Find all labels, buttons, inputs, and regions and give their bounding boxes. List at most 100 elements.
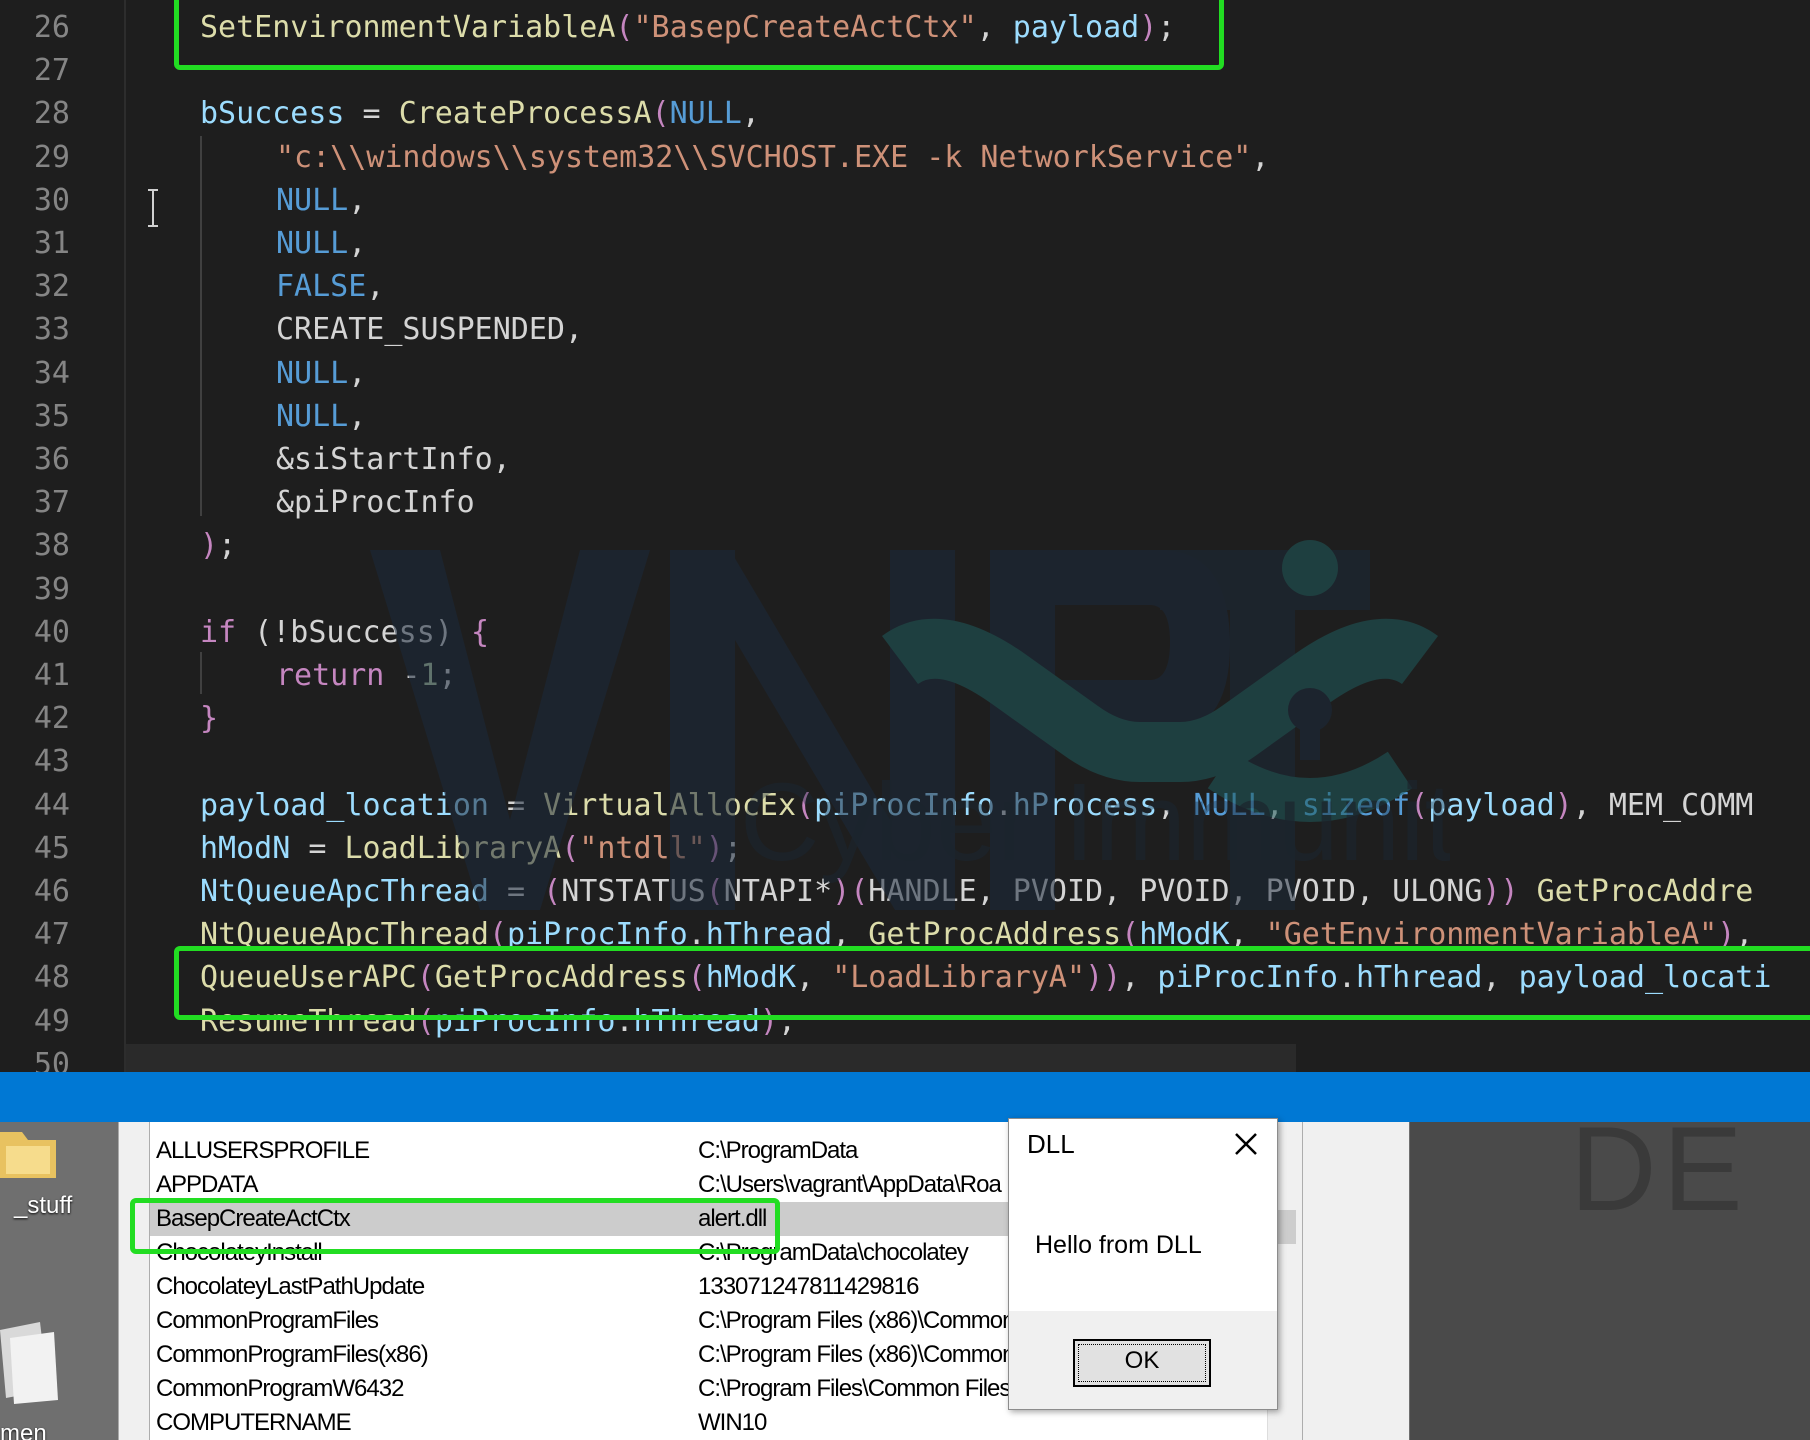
line-number: 38 bbox=[33, 528, 70, 564]
code-line[interactable]: if (!bSuccess) { bbox=[200, 611, 489, 654]
code-line[interactable]: FALSE, bbox=[276, 265, 384, 308]
code-token: !bSuccess bbox=[272, 614, 435, 650]
code-token: ) bbox=[1717, 917, 1736, 953]
code-token: ) bbox=[705, 830, 724, 866]
env-var-value: C:\ProgramData\chocolatey bbox=[698, 1239, 969, 1266]
code-token: ( bbox=[416, 1003, 435, 1039]
code-token: . bbox=[994, 787, 1013, 823]
desktop: _stuff men ALLUSERSPROFILE C:\ProgramData… bbox=[0, 1122, 1810, 1440]
line-number: 33 bbox=[33, 312, 70, 348]
code-token: NULL bbox=[276, 398, 349, 434]
code-token: = bbox=[344, 96, 399, 132]
folder-icon[interactable] bbox=[0, 1310, 60, 1406]
code-editor[interactable]: 26 27 28 29 30 31 32 33 34 35 36 37 38 39 40 41 42 43 44 45… bbox=[0, 0, 1810, 1072]
code-line[interactable]: NULL, bbox=[276, 352, 366, 395]
code-line[interactable]: &piProcInfo bbox=[276, 481, 475, 524]
code-token: ( bbox=[687, 960, 706, 996]
code-token: piProcInfo bbox=[1157, 960, 1338, 996]
env-var-value: C:\Program Files (x86)\Common bbox=[698, 1341, 1015, 1368]
code-line[interactable]: } bbox=[200, 697, 218, 740]
code-line[interactable]: return -1; bbox=[276, 654, 457, 697]
env-var-name: ChocolateyInstall bbox=[156, 1239, 323, 1266]
line-number: 44 bbox=[33, 787, 70, 823]
folder-icon[interactable] bbox=[0, 1122, 60, 1182]
ok-button[interactable]: OK bbox=[1073, 1339, 1211, 1387]
code-line[interactable]: NULL, bbox=[276, 395, 366, 438]
desktop-icon-label[interactable]: _stuff bbox=[14, 1192, 72, 1220]
code-line[interactable]: ResumeThread(piProcInfo.hThread); bbox=[200, 1000, 796, 1043]
code-token: payload bbox=[1428, 787, 1555, 823]
message-box-title: DLL bbox=[1027, 1129, 1075, 1159]
code-token: piProcInfo bbox=[814, 787, 995, 823]
code-line[interactable]: NULL, bbox=[276, 179, 366, 222]
code-token: , bbox=[1265, 787, 1302, 823]
code-token: , bbox=[741, 96, 760, 132]
code-token: ( bbox=[488, 917, 508, 953]
text-cursor-icon bbox=[148, 189, 158, 227]
line-number: 36 bbox=[33, 442, 70, 477]
desktop-icon-label[interactable]: men bbox=[0, 1420, 47, 1440]
code-line[interactable]: NtQueueApcThread = (NTSTATUS(NTAPI*)(HAN… bbox=[200, 870, 1753, 913]
code-token: NULL bbox=[276, 355, 349, 391]
code-token: &piProcInfo bbox=[276, 485, 475, 521]
code-token: ( bbox=[561, 830, 580, 866]
code-line[interactable]: SetEnvironmentVariableA("BasepCreateActC… bbox=[200, 6, 1175, 49]
code-token: payload_location bbox=[200, 787, 489, 823]
code-token: , bbox=[1251, 139, 1270, 175]
code-line[interactable]: NULL, bbox=[276, 222, 366, 265]
line-number: 37 bbox=[33, 485, 70, 521]
code-token: NULL bbox=[276, 226, 349, 261]
env-var-name: ALLUSERSPROFILE bbox=[156, 1137, 370, 1164]
gutter-separator bbox=[124, 0, 126, 1072]
code-token: FALSE bbox=[276, 269, 367, 305]
code-token: , bbox=[1735, 917, 1754, 953]
code-token: ( bbox=[236, 614, 273, 650]
line-number: 39 bbox=[33, 571, 70, 607]
indent-guide bbox=[200, 136, 202, 516]
line-number: 45 bbox=[33, 830, 70, 866]
code-token: 1 bbox=[420, 658, 439, 693]
message-box-footer: OK bbox=[1009, 1311, 1277, 1409]
code-line[interactable]: hModN = LoadLibraryA("ntdll"); bbox=[200, 827, 742, 870]
env-var-row[interactable]: COMPUTERNAME WIN10 bbox=[150, 1406, 1302, 1440]
code-line[interactable]: NtQueueApcThread(piProcInfo.hThread, Get… bbox=[200, 913, 1753, 956]
code-token: hModK bbox=[1139, 917, 1230, 953]
code-line[interactable]: &siStartInfo, bbox=[276, 438, 511, 481]
code-token: ; bbox=[438, 658, 457, 693]
code-token: SetEnvironmentVariableA bbox=[200, 10, 616, 45]
code-token: "c:\\windows\\system32\\SVCHOST.EXE -k N… bbox=[276, 139, 1252, 175]
code-line[interactable]: QueueUserAPC(GetProcAddress(hModK, "Load… bbox=[200, 956, 1771, 999]
code-line[interactable]: bSuccess = CreateProcessA(NULL, bbox=[200, 92, 760, 135]
env-var-name: APPDATA bbox=[156, 1171, 258, 1198]
code-line[interactable]: CREATE_SUSPENDED, bbox=[276, 308, 583, 351]
line-number: 28 bbox=[33, 96, 70, 132]
code-token: payload_locati bbox=[1518, 960, 1772, 996]
code-line[interactable]: ); bbox=[200, 524, 236, 567]
window-title-bar[interactable] bbox=[0, 1072, 1810, 1122]
code-token: ( bbox=[705, 874, 724, 909]
code-token: , bbox=[1482, 960, 1519, 996]
code-token: hProcess bbox=[1012, 787, 1158, 823]
code-token: = bbox=[290, 830, 345, 866]
code-token: , bbox=[1157, 787, 1194, 823]
close-icon[interactable] bbox=[1229, 1127, 1263, 1161]
line-number: 34 bbox=[33, 355, 70, 391]
code-line[interactable]: payload_location = VirtualAllocEx(piProc… bbox=[200, 784, 1753, 827]
code-token: CREATE_SUSPENDED, bbox=[276, 312, 584, 348]
env-var-name: CommonProgramFiles bbox=[156, 1307, 379, 1334]
code-token: &siStartInfo, bbox=[276, 442, 511, 477]
message-box: DLL Hello from DLL OK bbox=[1008, 1118, 1278, 1410]
code-token: NULL bbox=[1193, 787, 1266, 823]
code-token: GetProcAddre bbox=[1536, 874, 1754, 909]
message-box-text: Hello from DLL bbox=[1035, 1231, 1202, 1259]
code-token: "GetEnvironmentVariableA" bbox=[1265, 917, 1718, 953]
code-token: , bbox=[348, 355, 367, 391]
line-number: 50 bbox=[33, 1046, 70, 1072]
code-token: )) bbox=[1482, 874, 1519, 909]
background-heading: DE bbox=[1570, 1122, 1749, 1236]
code-token: sizeof bbox=[1301, 787, 1411, 823]
line-number-gutter: 26 27 28 29 30 31 32 33 34 35 36 37 38 39 40 41 42 43 44 45… bbox=[0, 0, 126, 1072]
code-token: hModK bbox=[705, 960, 797, 996]
code-line[interactable]: "c:\\windows\\system32\\SVCHOST.EXE -k N… bbox=[276, 136, 1269, 179]
